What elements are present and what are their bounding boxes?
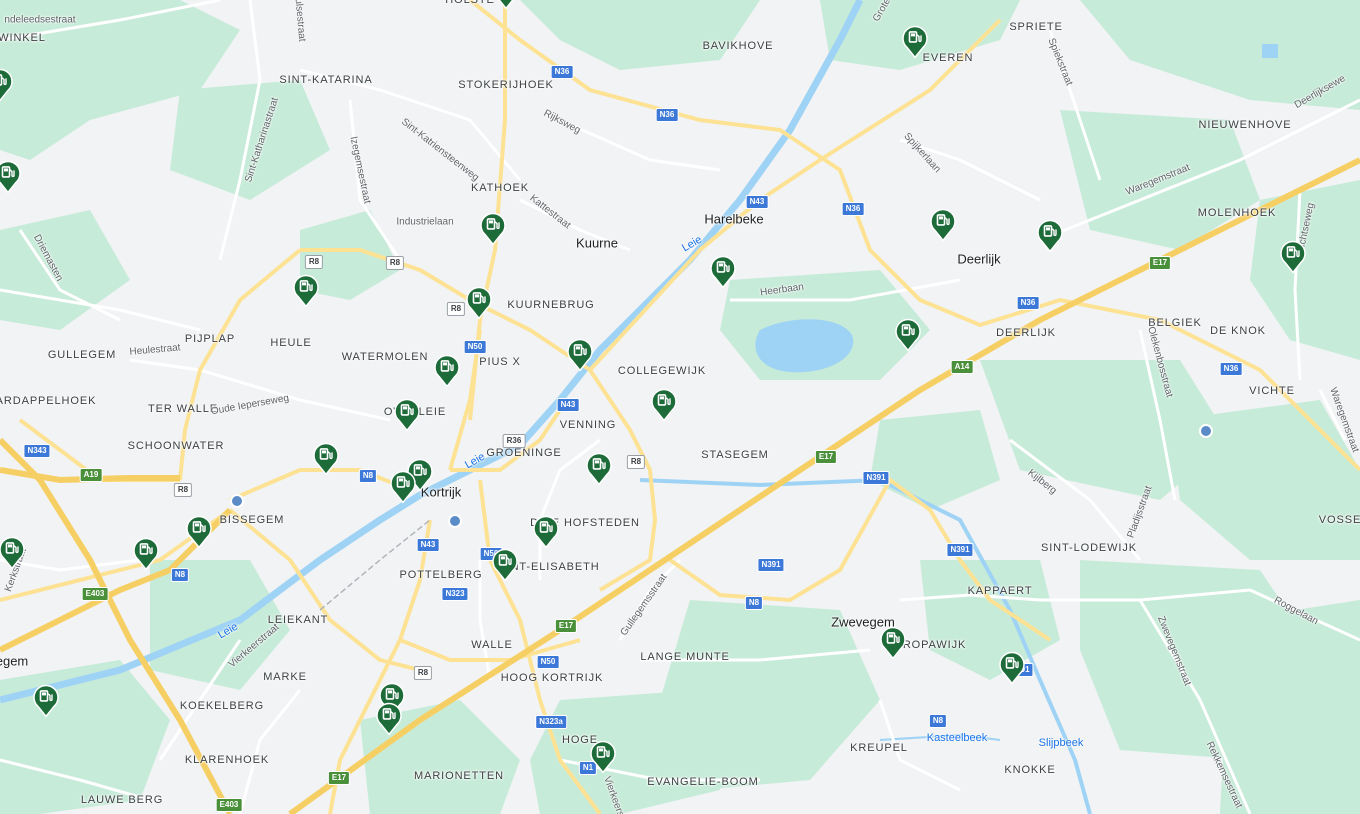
train-station-icon[interactable] (1199, 424, 1213, 438)
ev-charger-icon[interactable] (292, 273, 320, 308)
road-shield: N8 (170, 568, 190, 582)
road-shield: E17 (554, 619, 578, 633)
ev-charger-icon[interactable] (929, 207, 957, 242)
road-shield: N50 (463, 340, 487, 354)
road-shield: N43 (416, 538, 440, 552)
ev-charger-icon[interactable] (532, 514, 560, 549)
ev-charger-icon[interactable] (585, 451, 613, 486)
ev-charger-icon[interactable] (375, 701, 403, 736)
ev-charger-icon[interactable] (650, 387, 678, 422)
road-shield: A14 (950, 360, 974, 374)
train-station-icon[interactable] (448, 514, 462, 528)
road-shield: E17 (327, 771, 351, 785)
road-shield: N36 (1219, 362, 1243, 376)
road-shield: R8 (304, 255, 324, 269)
ev-charger-icon[interactable] (0, 159, 22, 194)
ev-charger-icon[interactable] (389, 469, 417, 504)
ev-charger-icon[interactable] (879, 625, 907, 660)
road-shield: N36 (550, 65, 574, 79)
road-shield: R8 (385, 256, 405, 270)
road-shield: N391 (946, 543, 974, 557)
road-shield: R36 (502, 434, 526, 448)
ev-charger-icon[interactable] (32, 683, 60, 718)
road-shield: E403 (81, 587, 109, 601)
road-shield: R8 (173, 483, 193, 497)
road-shield: E403 (215, 798, 243, 812)
map-base-layer (0, 0, 1360, 814)
ev-charger-icon[interactable] (1036, 218, 1064, 253)
ev-charger-icon[interactable] (566, 337, 594, 372)
road-shield: N43 (745, 195, 769, 209)
ev-charger-icon[interactable] (492, 0, 520, 10)
road-shield: N391 (862, 471, 890, 485)
road-shield: N50 (536, 655, 560, 669)
ev-charger-icon[interactable] (709, 254, 737, 289)
road-shield: E17 (814, 450, 838, 464)
road-shield: R8 (446, 302, 466, 316)
ev-charger-icon[interactable] (0, 535, 26, 570)
ev-charger-icon[interactable] (1279, 239, 1307, 274)
ev-charger-icon[interactable] (479, 211, 507, 246)
road-shield: N36 (1016, 296, 1040, 310)
road-shield: N36 (655, 108, 679, 122)
ev-charger-icon[interactable] (901, 24, 929, 59)
ev-charger-icon[interactable] (185, 514, 213, 549)
ev-charger-icon[interactable] (465, 285, 493, 320)
road-shield: N323 (441, 587, 469, 601)
road-shield: N391 (757, 558, 785, 572)
ev-charger-icon[interactable] (998, 650, 1026, 685)
road-shield: N43 (556, 398, 580, 412)
road-shield: N8 (358, 469, 378, 483)
ev-charger-icon[interactable] (589, 739, 617, 774)
road-shield: R8 (413, 666, 433, 680)
ev-charger-icon[interactable] (0, 67, 14, 102)
road-shield: N323a (535, 715, 567, 729)
road-shield: R8 (626, 455, 646, 469)
ev-charger-icon[interactable] (433, 353, 461, 388)
road-shield: N8 (744, 596, 764, 610)
road-shield: N343 (23, 444, 51, 458)
ev-charger-icon[interactable] (491, 547, 519, 582)
ev-charger-icon[interactable] (393, 397, 421, 432)
road-shield: E17 (1148, 256, 1172, 270)
train-station-icon[interactable] (230, 494, 244, 508)
ev-charger-icon[interactable] (132, 536, 160, 571)
road-shield: N8 (928, 714, 948, 728)
map-canvas[interactable]: KuurneHarelbekeDeerlijkKortrijkZwevegeme… (0, 0, 1360, 814)
ev-charger-icon[interactable] (894, 317, 922, 352)
road-shield: A19 (79, 468, 103, 482)
ev-charger-icon[interactable] (312, 441, 340, 476)
road-shield: N36 (841, 202, 865, 216)
